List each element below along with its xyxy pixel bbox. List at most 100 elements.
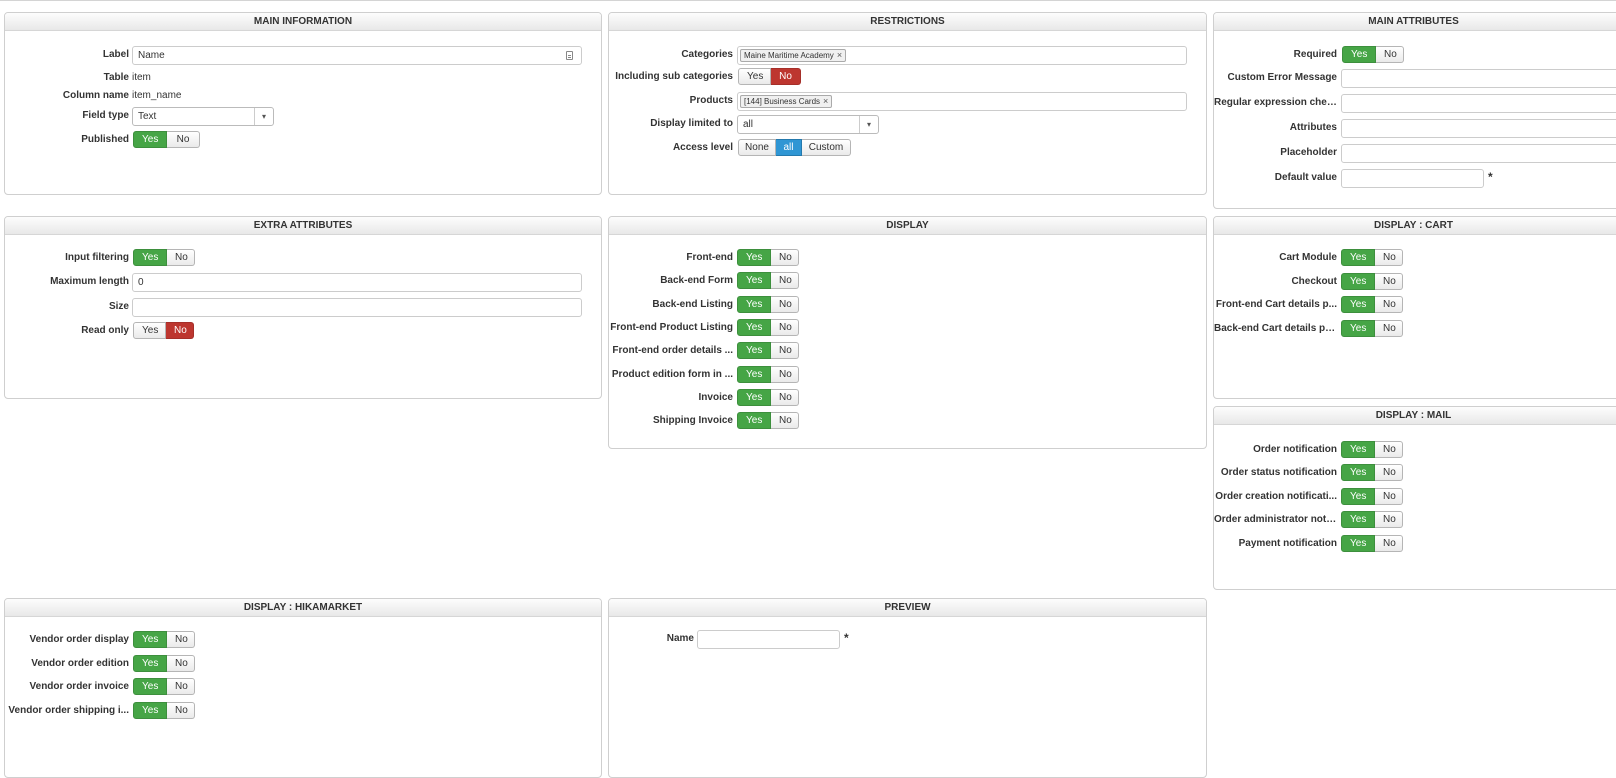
vendor-order-invoice-yes-button[interactable]: Yes [133, 678, 167, 695]
panel-title: DISPLAY : CART [1214, 217, 1616, 235]
vendor-order-display-no-button[interactable]: No [167, 631, 195, 648]
panel-title: EXTRA ATTRIBUTES [5, 217, 601, 235]
row-label: Shipping Invoice [652, 415, 733, 427]
front-end-cart-details-p-no-button[interactable]: No [1375, 296, 1403, 313]
published-yes-button[interactable]: Yes [133, 131, 167, 148]
order-creation-notificati-yes-button[interactable]: Yes [1341, 487, 1375, 505]
checkout-no-button[interactable]: No [1375, 272, 1403, 290]
maximum-length-input[interactable]: 0 [132, 273, 582, 292]
vendor-order-shipping-i-yes-button[interactable]: Yes [133, 701, 167, 719]
display-mail-panel: DISPLAY : MAIL Order notification Yes No Or… [1213, 406, 1616, 590]
label-input[interactable]: Name [132, 46, 582, 65]
back-end-form-toggle: Yes No [737, 272, 799, 290]
preview-panel: PREVIEW Name * [608, 598, 1207, 778]
shipping-invoice-no-button[interactable]: No [771, 412, 799, 430]
required-yes-button[interactable]: Yes [1342, 46, 1376, 63]
product-edition-form-in-yes-button[interactable]: Yes [737, 365, 771, 383]
input-filtering-no-button[interactable]: No [167, 249, 195, 266]
order-notification-yes-button[interactable]: Yes [1341, 441, 1375, 458]
front-end-order-details-yes-button[interactable]: Yes [737, 342, 771, 360]
regex-input[interactable] [1341, 94, 1616, 113]
custom-error-input[interactable] [1341, 69, 1616, 88]
cart-module-no-button[interactable]: No [1375, 249, 1403, 266]
cart-module-yes-button[interactable]: Yes [1341, 249, 1375, 266]
field-type-select[interactable]: Text ▾ [132, 107, 274, 126]
products-input[interactable]: [144] Business Cards × [737, 92, 1187, 111]
back-end-form-no-button[interactable]: No [771, 272, 799, 290]
order-status-notification-yes-button[interactable]: Yes [1341, 464, 1375, 482]
row-label: Order status notification [1220, 467, 1337, 479]
back-end-cart-details-pa-yes-button[interactable]: Yes [1341, 319, 1375, 337]
preview-name-input[interactable] [697, 630, 840, 649]
input-filtering-row: Input filtering Yes No [5, 249, 601, 269]
product-edition-form-in-no-button[interactable]: No [771, 365, 799, 383]
vendor-order-edition-yes-button[interactable]: Yes [133, 654, 167, 672]
row-label: Front-end Cart details p... [1215, 299, 1337, 310]
order-status-notification-no-button[interactable]: No [1375, 464, 1403, 482]
payment-notification-no-button[interactable]: No [1375, 534, 1403, 552]
back-end-form-yes-button[interactable]: Yes [737, 272, 771, 290]
remove-icon[interactable]: × [837, 50, 842, 60]
back-end-listing-yes-button[interactable]: Yes [737, 295, 771, 313]
row-label: Order administrator noti... [1214, 514, 1337, 526]
placeholder-input[interactable] [1341, 144, 1616, 163]
front-end-cart-details-p-yes-button[interactable]: Yes [1341, 296, 1375, 313]
read-only-yes-button[interactable]: Yes [133, 322, 166, 339]
remove-icon[interactable]: × [823, 96, 828, 106]
product-chip-label: [144] Business Cards [744, 97, 821, 106]
table-row: Table item [5, 69, 601, 89]
back-end-cart-details-pa-toggle: Yes No [1341, 319, 1403, 337]
front-end-no-button[interactable]: No [771, 249, 799, 266]
checkout-yes-button[interactable]: Yes [1341, 272, 1375, 290]
published-row: Published Yes No [5, 131, 601, 151]
vendor-order-invoice-no-button[interactable]: No [167, 678, 195, 695]
subcategories-no-button[interactable]: No [771, 68, 801, 85]
access-level-row: Access level None all Custom [609, 139, 1206, 159]
size-input[interactable] [132, 298, 582, 317]
vendor-order-shipping-i-no-button[interactable]: No [167, 701, 195, 719]
row-label: Front-end [686, 252, 733, 263]
shipping-invoice-yes-button[interactable]: Yes [737, 412, 771, 430]
order-creation-notificati-no-button[interactable]: No [1375, 487, 1403, 505]
back-end-listing-no-button[interactable]: No [771, 295, 799, 313]
attributes-input[interactable] [1341, 119, 1616, 138]
read-only-no-button[interactable]: No [166, 322, 194, 339]
access-all-button[interactable]: all [776, 139, 802, 156]
products-row: Products [144] Business Cards × [609, 92, 1206, 112]
subcategories-toggle: Yes No [738, 68, 801, 85]
front-end-yes-button[interactable]: Yes [737, 249, 771, 266]
back-end-cart-details-pa-no-button[interactable]: No [1375, 319, 1403, 337]
translation-document-icon[interactable] [566, 51, 573, 60]
panel-title: DISPLAY : HIKAMARKET [5, 599, 601, 617]
vendor-order-shipping-i-toggle: Yes No [133, 701, 195, 719]
front-end-product-listing-yes-button[interactable]: Yes [737, 318, 771, 336]
front-end-product-listing-toggle: Yes No [737, 318, 799, 336]
row-label: Checkout [1291, 275, 1337, 287]
vendor-order-display-toggle: Yes No [133, 631, 195, 648]
vendor-order-edition-no-button[interactable]: No [167, 654, 195, 672]
front-end-order-details-no-button[interactable]: No [771, 342, 799, 360]
category-chip: Maine Maritime Academy × [740, 49, 847, 62]
field-type-row: Field type Text ▾ [5, 107, 601, 127]
order-administrator-noti-yes-button[interactable]: Yes [1341, 511, 1375, 529]
published-no-button[interactable]: No [167, 131, 200, 148]
access-none-button[interactable]: None [738, 139, 776, 156]
attributes-row: Attributes [1214, 119, 1616, 139]
default-value-input[interactable] [1341, 169, 1484, 188]
access-custom-button[interactable]: Custom [802, 139, 851, 156]
required-no-button[interactable]: No [1376, 46, 1404, 63]
invoice-no-button[interactable]: No [771, 388, 799, 406]
input-filtering-yes-button[interactable]: Yes [133, 249, 167, 266]
subcategories-yes-button[interactable]: Yes [738, 68, 771, 85]
order-notification-no-button[interactable]: No [1375, 441, 1403, 458]
display-limited-select[interactable]: all ▾ [737, 115, 879, 134]
row-label: Order creation notificati... [1215, 490, 1337, 502]
payment-notification-yes-button[interactable]: Yes [1341, 534, 1375, 552]
order-administrator-noti-no-button[interactable]: No [1375, 511, 1403, 529]
chevron-down-icon: ▾ [859, 116, 878, 133]
vendor-order-display-yes-button[interactable]: Yes [133, 631, 167, 648]
categories-input[interactable]: Maine Maritime Academy × [737, 46, 1187, 65]
front-end-product-listing-no-button[interactable]: No [771, 318, 799, 336]
display-row-order-notification: Order notification Yes No [1214, 441, 1616, 461]
invoice-yes-button[interactable]: Yes [737, 388, 771, 406]
